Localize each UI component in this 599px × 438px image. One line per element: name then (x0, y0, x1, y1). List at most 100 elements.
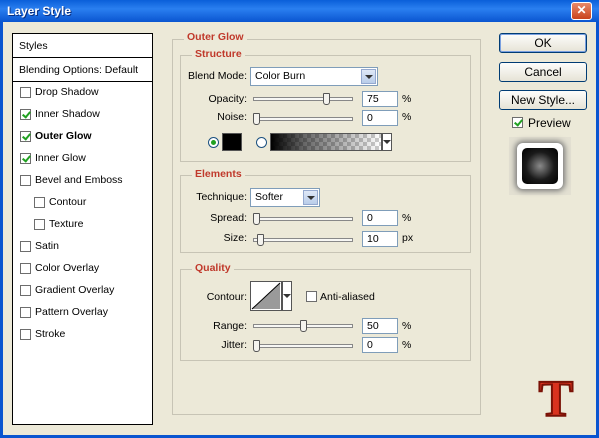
jitter-unit: % (402, 339, 412, 351)
style-item[interactable]: Inner Shadow (20, 106, 100, 122)
elements-title: Elements (192, 168, 245, 180)
contour-label: Contour: (206, 291, 247, 303)
noise-slider[interactable] (253, 117, 353, 121)
close-button[interactable]: ✕ (571, 2, 592, 20)
technique-label: Technique: (196, 191, 247, 203)
close-icon: ✕ (576, 3, 587, 17)
ok-button[interactable]: OK (499, 33, 587, 53)
preview-label: Preview (528, 116, 571, 130)
outer-glow-title: Outer Glow (184, 31, 247, 43)
jitter-slider[interactable] (253, 344, 353, 348)
style-item[interactable]: Texture (34, 216, 83, 232)
window-title: Layer Style (7, 4, 72, 18)
style-item-label: Inner Shadow (35, 108, 100, 120)
style-item-checkbox[interactable] (20, 328, 31, 340)
size-input[interactable]: 10 (362, 231, 398, 247)
technique-value: Softer (255, 191, 284, 203)
style-item-label: Inner Glow (35, 152, 86, 164)
style-item[interactable]: Gradient Overlay (20, 282, 114, 298)
style-item-checkbox[interactable] (20, 152, 31, 164)
gradient-dropdown[interactable] (382, 133, 392, 151)
opacity-input[interactable]: 75 (362, 91, 398, 107)
preview-checkbox[interactable] (512, 117, 523, 128)
style-item-label: Satin (35, 240, 59, 252)
range-slider-thumb[interactable] (299, 320, 307, 332)
glow-color-swatch[interactable] (222, 133, 242, 151)
size-label: Size: (223, 232, 247, 244)
size-slider[interactable] (253, 238, 353, 242)
style-item[interactable]: Stroke (20, 326, 65, 342)
preview-thumbnail (509, 137, 571, 195)
gradient-swatch[interactable] (270, 133, 382, 151)
style-item-label: Gradient Overlay (35, 284, 115, 296)
spread-input[interactable]: 0 (362, 210, 398, 226)
style-item-checkbox[interactable] (20, 86, 31, 98)
type-letter-icon: T (538, 371, 575, 428)
structure-title: Structure (192, 48, 245, 60)
noise-label: Noise: (217, 111, 247, 123)
spread-unit: % (402, 212, 412, 224)
blend-mode-select[interactable]: Color Burn (250, 67, 378, 86)
gradient-radio[interactable] (256, 137, 267, 148)
style-item-checkbox[interactable] (20, 174, 31, 186)
style-item-checkbox[interactable] (20, 284, 31, 296)
style-item[interactable]: Outer Glow (20, 128, 92, 144)
chevron-down-icon (303, 190, 318, 205)
style-item-checkbox[interactable] (20, 130, 31, 142)
spread-label: Spread: (210, 212, 247, 224)
style-item-label: Bevel and Emboss (35, 174, 123, 186)
opacity-slider[interactable] (253, 97, 353, 101)
noise-unit: % (402, 111, 412, 123)
style-item-label: Outer Glow (35, 130, 92, 142)
chevron-down-icon (361, 69, 376, 84)
style-item-label: Color Overlay (35, 262, 100, 274)
style-item-label: Pattern Overlay (35, 306, 108, 318)
style-item[interactable]: Satin (20, 238, 59, 254)
spread-slider[interactable] (253, 217, 353, 221)
spread-slider-thumb[interactable] (253, 213, 260, 225)
blending-options-item[interactable]: Blending Options: Default (12, 58, 153, 82)
style-item[interactable]: Inner Glow (20, 150, 86, 166)
styles-header[interactable]: Styles (12, 33, 153, 58)
style-item-checkbox[interactable] (20, 240, 31, 252)
chevron-down-icon (383, 140, 391, 144)
range-label: Range: (213, 320, 247, 332)
anti-aliased-label: Anti-aliased (320, 291, 375, 303)
jitter-label: Jitter: (221, 339, 247, 351)
noise-input[interactable]: 0 (362, 110, 398, 126)
preview-glow-swatch (517, 143, 563, 189)
style-item-checkbox[interactable] (34, 218, 45, 230)
jitter-slider-thumb[interactable] (253, 340, 260, 352)
jitter-input[interactable]: 0 (362, 337, 398, 353)
contour-preview[interactable] (250, 281, 282, 311)
blend-mode-value: Color Burn (255, 70, 306, 82)
technique-select[interactable]: Softer (250, 188, 320, 207)
style-item-checkbox[interactable] (34, 196, 45, 208)
opacity-unit: % (402, 93, 412, 105)
quality-title: Quality (192, 262, 234, 274)
cancel-button[interactable]: Cancel (499, 62, 587, 82)
linear-contour-icon (251, 282, 281, 310)
style-item[interactable]: Contour (34, 194, 86, 210)
opacity-slider-thumb[interactable] (322, 93, 330, 105)
style-item[interactable]: Color Overlay (20, 260, 99, 276)
blend-mode-label: Blend Mode: (188, 70, 247, 82)
size-slider-thumb[interactable] (256, 234, 264, 246)
range-input[interactable]: 50 (362, 318, 398, 334)
style-item[interactable]: Drop Shadow (20, 84, 99, 100)
style-item-label: Drop Shadow (35, 86, 99, 98)
style-item-checkbox[interactable] (20, 306, 31, 318)
opacity-label: Opacity: (208, 93, 247, 105)
type-logo: T (537, 373, 575, 427)
style-item-checkbox[interactable] (20, 262, 31, 274)
noise-slider-thumb[interactable] (253, 113, 260, 125)
contour-dropdown[interactable] (282, 281, 292, 311)
style-item[interactable]: Pattern Overlay (20, 304, 108, 320)
anti-aliased-checkbox[interactable] (306, 291, 317, 302)
chevron-down-icon (283, 294, 291, 298)
new-style-button[interactable]: New Style... (499, 90, 587, 110)
style-item-checkbox[interactable] (20, 108, 31, 120)
style-item-label: Texture (49, 218, 84, 230)
solid-color-radio[interactable] (208, 137, 219, 148)
style-item[interactable]: Bevel and Emboss (20, 172, 123, 188)
